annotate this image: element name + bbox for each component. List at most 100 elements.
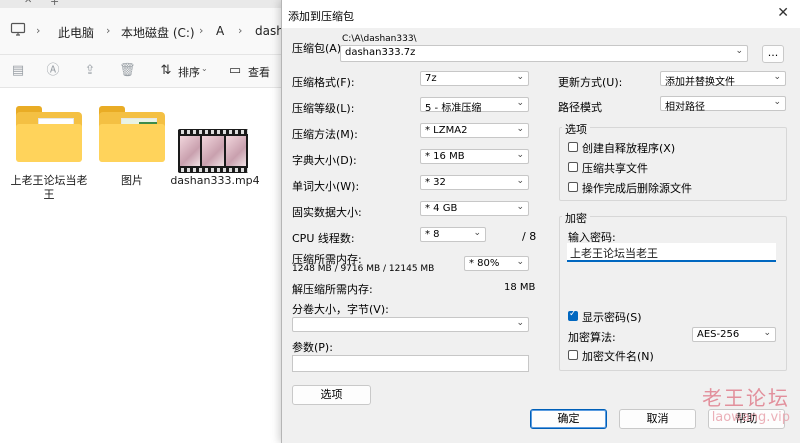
dialog-titlebar[interactable]: 添加到压缩包 ✕: [282, 0, 800, 28]
level-label: 压缩等级(L):: [292, 102, 355, 115]
encryption-method-select[interactable]: AES-256 ⌄: [692, 327, 776, 342]
params-label: 参数(P):: [292, 341, 333, 354]
ok-button[interactable]: 确定: [530, 409, 607, 429]
delete-icon[interactable]: 🗑: [119, 63, 136, 79]
dict-label: 字典大小(D):: [292, 154, 357, 167]
dict-select[interactable]: * 16 MB ⌄: [420, 149, 529, 164]
new-tab-icon[interactable]: +: [50, 0, 59, 8]
chevron-down-icon: ⌄: [516, 202, 524, 212]
dialog-title: 添加到压缩包: [288, 10, 354, 23]
shared-files-checkbox[interactable]: [568, 162, 578, 172]
delete-after-label[interactable]: 操作完成后删除源文件: [582, 180, 692, 196]
chevron-right-icon: ›: [36, 24, 41, 37]
video-thumbnail-icon[interactable]: [178, 129, 248, 173]
share-icon[interactable]: ⇪: [82, 63, 98, 79]
chevron-down-icon: ⌄: [516, 150, 524, 160]
sfx-label[interactable]: 创建自释放程序(X): [582, 140, 675, 156]
format-select[interactable]: 7z ⌄: [420, 71, 529, 86]
level-value: 5 - 标准压缩: [425, 103, 482, 114]
format-value: 7z: [425, 73, 437, 84]
cpu-max: / 8: [522, 230, 537, 243]
method-label: 压缩方法(M):: [292, 128, 358, 141]
close-icon[interactable]: ✕: [777, 5, 789, 21]
encryption-group-title: 加密: [562, 210, 590, 226]
close-tab-icon[interactable]: ✕: [24, 0, 32, 6]
chevron-down-icon: ⌄: [516, 98, 524, 108]
mem-comp-value: * 80%: [469, 258, 500, 269]
cpu-select[interactable]: * 8 ⌄: [420, 227, 486, 242]
rename-icon[interactable]: Ⓐ: [45, 63, 61, 79]
view-button[interactable]: 查看: [248, 64, 270, 80]
word-label: 单词大小(W):: [292, 180, 360, 193]
view-icon[interactable]: ▭: [227, 63, 243, 79]
chevron-down-icon: ⌄: [516, 176, 524, 186]
archive-name-combo[interactable]: dashan333.7z ⌄: [340, 45, 748, 62]
sort-icon[interactable]: ⇅: [158, 63, 174, 79]
path-mode-value: 相对路径: [665, 102, 705, 113]
chevron-down-icon: ⌄: [516, 72, 524, 82]
solid-label: 固实数据大小:: [292, 206, 362, 219]
cpu-value: * 8: [425, 229, 440, 240]
folder-icon[interactable]: [16, 106, 82, 162]
method-select[interactable]: * LZMA2 ⌄: [420, 123, 529, 138]
browse-button[interactable]: ...: [762, 45, 784, 63]
solid-select[interactable]: * 4 GB ⌄: [420, 201, 529, 216]
password-input[interactable]: 上老王论坛当老王: [567, 243, 776, 262]
update-label: 更新方式(U):: [558, 76, 623, 89]
method-value: * LZMA2: [425, 125, 468, 136]
encrypt-names-checkbox[interactable]: [568, 350, 578, 360]
sort-button[interactable]: 排序: [178, 64, 200, 80]
monitor-icon: [10, 21, 26, 40]
encryption-method-value: AES-256: [697, 329, 740, 340]
chevron-down-icon: ⌄: [735, 46, 743, 56]
dict-value: * 16 MB: [425, 151, 465, 162]
word-value: * 32: [425, 177, 446, 188]
file-name[interactable]: 图片: [99, 174, 165, 188]
show-password-label[interactable]: 显示密码(S): [582, 309, 642, 325]
watermark: 老王论坛 laowang.vip: [680, 386, 790, 426]
sfx-checkbox[interactable]: [568, 142, 578, 152]
delete-after-checkbox[interactable]: [568, 182, 578, 192]
add-to-archive-dialog: 添加到压缩包 ✕ 压缩包(A): C:\A\dashan333\ dashan3…: [281, 0, 800, 443]
options-button[interactable]: 选项: [292, 385, 371, 405]
chevron-down-icon: ⌄: [763, 328, 771, 338]
split-select[interactable]: ⌄: [292, 317, 529, 332]
chevron-down-icon: ⌄: [473, 228, 481, 238]
word-select[interactable]: * 32 ⌄: [420, 175, 529, 190]
chevron-right-icon: ›: [199, 24, 204, 37]
chevron-right-icon: ›: [106, 24, 111, 37]
breadcrumb-this-pc[interactable]: 此电脑: [58, 24, 94, 41]
archive-label: 压缩包(A):: [292, 42, 345, 55]
file-name[interactable]: dashan333.mp4: [170, 174, 260, 188]
mem-decomp-value: 18 MB: [504, 282, 536, 293]
encrypt-names-label[interactable]: 加密文件名(N): [582, 348, 654, 364]
chevron-down-icon: ⌄: [773, 97, 781, 107]
file-name[interactable]: 上老王论坛当老王: [6, 174, 92, 202]
chevron-down-icon: ⌄: [201, 64, 208, 73]
chevron-down-icon: ⌄: [516, 124, 524, 134]
folder-icon[interactable]: [99, 106, 165, 162]
level-select[interactable]: 5 - 标准压缩 ⌄: [420, 97, 529, 114]
shared-files-label[interactable]: 压缩共享文件: [582, 160, 648, 176]
chevron-down-icon: ⌄: [773, 72, 781, 82]
archive-name-value: dashan333.7z: [345, 47, 416, 58]
chevron-down-icon: ⌄: [516, 318, 524, 328]
update-select[interactable]: 添加并替换文件 ⌄: [660, 71, 786, 88]
update-value: 添加并替换文件: [665, 77, 735, 88]
path-mode-select[interactable]: 相对路径 ⌄: [660, 96, 786, 113]
paste-icon[interactable]: ▤: [10, 63, 26, 79]
breadcrumb-folder-a[interactable]: A: [216, 24, 224, 38]
show-password-checkbox[interactable]: [568, 309, 578, 321]
chevron-down-icon: ⌄: [516, 257, 524, 267]
path-mode-label: 路径模式: [558, 101, 602, 114]
cpu-label: CPU 线程数:: [292, 232, 355, 245]
solid-value: * 4 GB: [425, 203, 458, 214]
watermark-url: laowang.vip: [711, 410, 790, 425]
chevron-right-icon: ›: [238, 24, 243, 37]
params-input[interactable]: [292, 355, 529, 372]
encryption-method-label: 加密算法:: [568, 331, 616, 344]
breadcrumb-local-disk[interactable]: 本地磁盘 (C:): [121, 24, 195, 41]
mem-comp-select[interactable]: * 80% ⌄: [464, 256, 529, 271]
split-label: 分卷大小，字节(V):: [292, 303, 389, 316]
archive-path: C:\A\dashan333\: [342, 34, 417, 44]
